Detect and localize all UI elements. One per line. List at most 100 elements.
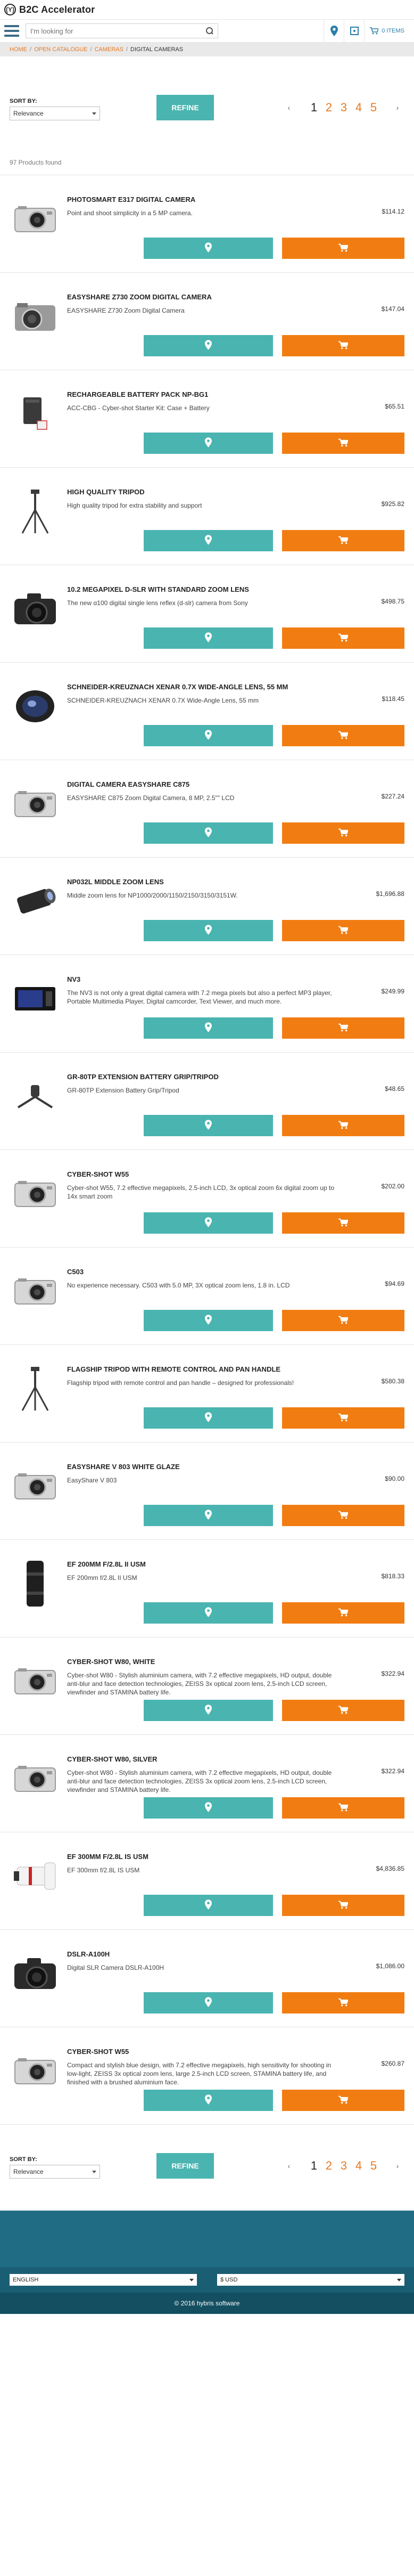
zoom-lens-icon[interactable] [10,876,61,927]
wishlist-button[interactable] [344,19,364,43]
pickup-in-store-button[interactable] [144,1602,273,1624]
product-name[interactable]: SCHNEIDER-KREUZNACH XENAR 0.7X WIDE-ANGL… [67,683,344,691]
refine-button[interactable]: REFINE [156,2153,214,2179]
compact-camera-icon[interactable] [10,1168,61,1219]
add-to-cart-button[interactable] [282,1895,404,1916]
add-to-cart-button[interactable] [282,1700,404,1721]
site-title[interactable]: B2C Accelerator [19,4,95,15]
add-to-cart-button[interactable] [282,433,404,454]
product-name[interactable]: EASYSHARE Z730 ZOOM DIGITAL CAMERA [67,293,344,301]
page-3[interactable]: 3 [336,2159,351,2173]
next-page-icon[interactable]: › [392,2162,403,2170]
pickup-in-store-button[interactable] [144,335,273,356]
wide-angle-lens-icon[interactable] [10,681,61,732]
add-to-cart-button[interactable] [282,238,404,259]
breadcrumb-cameras[interactable]: CAMERAS [95,46,123,53]
product-name[interactable]: HIGH QUALITY TRIPOD [67,488,344,496]
page-2[interactable]: 2 [321,2159,336,2173]
bridge-camera-icon[interactable] [10,291,61,342]
tripod-icon[interactable] [10,486,61,537]
pickup-in-store-button[interactable] [144,1797,273,1819]
add-to-cart-button[interactable] [282,725,404,746]
page-1[interactable]: 1 [307,2159,321,2173]
add-to-cart-button[interactable] [282,822,404,844]
product-name[interactable]: RECHARGEABLE BATTERY PACK NP-BG1 [67,390,344,399]
battery-pack-icon[interactable] [10,388,61,439]
compact-camera-icon[interactable] [10,1656,61,1707]
product-name[interactable]: EF 200MM F/2.8L II USM [67,1560,344,1569]
page-4[interactable]: 4 [351,101,366,115]
search-input[interactable] [30,27,206,35]
menu-icon[interactable] [4,25,19,37]
pickup-in-store-button[interactable] [144,2090,273,2111]
product-name[interactable]: CYBER-SHOT W55 [67,1170,344,1179]
add-to-cart-button[interactable] [282,1602,404,1624]
pickup-in-store-button[interactable] [144,725,273,746]
prev-page-icon[interactable]: ‹ [283,103,295,112]
compact-camera-icon[interactable] [10,1461,61,1512]
product-name[interactable]: NP032L MIDDLE ZOOM LENS [67,878,344,886]
page-4[interactable]: 4 [351,2159,366,2173]
product-name[interactable]: DSLR-A100H [67,1950,344,1959]
pickup-in-store-button[interactable] [144,920,273,941]
pickup-in-store-button[interactable] [144,1212,273,1234]
product-name[interactable]: NV3 [67,975,344,984]
add-to-cart-button[interactable] [282,1017,404,1039]
pickup-in-store-button[interactable] [144,1407,273,1429]
product-name[interactable]: CYBER-SHOT W80, SILVER [67,1755,344,1764]
breadcrumb-home[interactable]: HOME [10,46,27,53]
page-2[interactable]: 2 [321,101,336,115]
prev-page-icon[interactable]: ‹ [283,2162,295,2170]
store-locator-button[interactable] [324,19,344,43]
tripod-icon[interactable] [10,1363,61,1414]
add-to-cart-button[interactable] [282,1505,404,1526]
add-to-cart-button[interactable] [282,920,404,941]
logo-icon[interactable]: (Y) [4,4,16,15]
pickup-in-store-button[interactable] [144,627,273,649]
pickup-in-store-button[interactable] [144,1992,273,2013]
breadcrumb-open-catalogue[interactable]: OPEN CATALOGUE [34,46,87,53]
add-to-cart-button[interactable] [282,1310,404,1331]
pickup-in-store-button[interactable] [144,1700,273,1721]
next-page-icon[interactable]: › [392,103,403,112]
product-name[interactable]: 10.2 MEGAPIXEL D-SLR WITH STANDARD ZOOM … [67,585,344,594]
dslr-camera-icon[interactable] [10,583,61,634]
product-name[interactable]: C503 [67,1268,344,1276]
sort-select[interactable]: Relevance [10,107,100,120]
add-to-cart-button[interactable] [282,627,404,649]
compact-camera-icon[interactable] [10,778,61,829]
page-5[interactable]: 5 [366,101,381,115]
refine-button[interactable]: REFINE [156,95,214,120]
sort-select[interactable]: Relevance [10,2165,100,2179]
add-to-cart-button[interactable] [282,1407,404,1429]
page-3[interactable]: 3 [336,101,351,115]
dslr-camera-icon[interactable] [10,1948,61,1999]
product-name[interactable]: EF 300MM F/2.8L IS USM [67,1853,344,1861]
pickup-in-store-button[interactable] [144,530,273,551]
compact-camera-icon[interactable] [10,1266,61,1317]
add-to-cart-button[interactable] [282,1115,404,1136]
product-name[interactable]: CYBER-SHOT W55 [67,2048,344,2056]
pickup-in-store-button[interactable] [144,1017,273,1039]
compact-camera-icon[interactable] [10,193,61,244]
page-1[interactable]: 1 [307,101,321,115]
pickup-in-store-button[interactable] [144,238,273,259]
add-to-cart-button[interactable] [282,1212,404,1234]
telephoto-lens-icon[interactable] [10,1558,61,1609]
pickup-in-store-button[interactable] [144,1895,273,1916]
compact-camera-icon[interactable] [10,2045,61,2097]
slim-camera-icon[interactable] [10,973,61,1024]
add-to-cart-button[interactable] [282,2090,404,2111]
search-icon[interactable] [206,27,213,35]
product-name[interactable]: PHOTOSMART E317 DIGITAL CAMERA [67,195,344,204]
product-name[interactable]: CYBER-SHOT W80, WHITE [67,1658,344,1666]
white-telephoto-lens-icon[interactable] [10,1851,61,1902]
language-select[interactable]: ENGLISH [10,2274,197,2286]
add-to-cart-button[interactable] [282,335,404,356]
pickup-in-store-button[interactable] [144,433,273,454]
product-name[interactable]: DIGITAL CAMERA EASYSHARE C875 [67,780,344,789]
add-to-cart-button[interactable] [282,1797,404,1819]
page-5[interactable]: 5 [366,2159,381,2173]
mini-cart[interactable]: 0 ITEMS [364,19,410,43]
pickup-in-store-button[interactable] [144,1310,273,1331]
